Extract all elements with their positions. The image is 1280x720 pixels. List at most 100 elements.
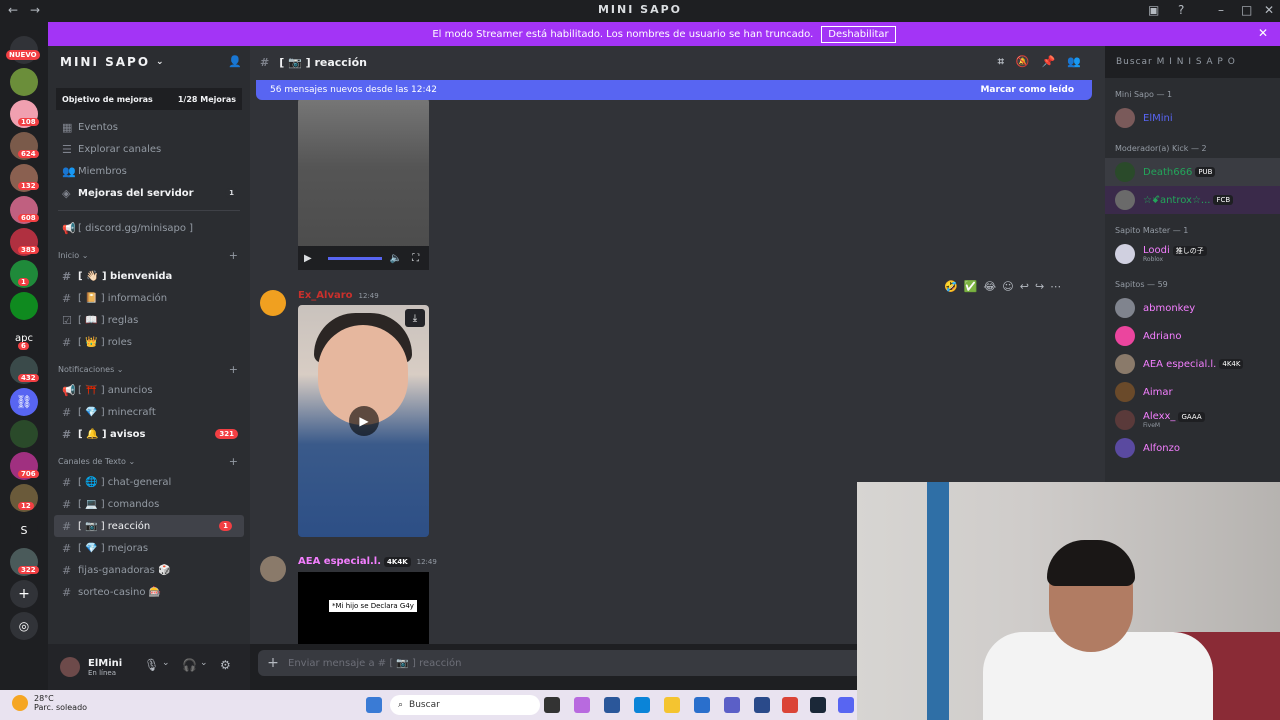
server-icon[interactable]: S bbox=[10, 516, 38, 544]
member-item[interactable]: abmonkey bbox=[1105, 294, 1280, 322]
sidebar-item-members[interactable]: 👥 Miembros bbox=[48, 160, 250, 182]
member-item[interactable]: Alfonzo bbox=[1105, 434, 1280, 462]
member-item[interactable]: ☆ꗄantrox☆... FCB bbox=[1105, 186, 1280, 214]
channel-invite[interactable]: 📢[ discord.gg/minisapo ] bbox=[48, 217, 250, 239]
link-icon[interactable]: ⛓ bbox=[10, 388, 38, 416]
message-author[interactable]: AEA especial.l. 4K4K 12:49 bbox=[298, 556, 437, 567]
task-view-icon[interactable] bbox=[544, 697, 560, 713]
discord-icon[interactable] bbox=[838, 697, 854, 713]
forward-icon[interactable]: ↪ bbox=[1035, 280, 1050, 293]
category-notificaciones[interactable]: Notificaciones ⌄ + bbox=[48, 359, 250, 379]
channel-reglas[interactable]: ☑[ 📖 ] reglas bbox=[48, 309, 250, 331]
channel-roles[interactable]: #[ 👑 ] roles bbox=[48, 331, 250, 353]
add-reaction-icon[interactable]: ☺ bbox=[1002, 280, 1019, 293]
server-icon[interactable] bbox=[10, 420, 38, 448]
weather-widget[interactable]: 28°C Parc. soleado bbox=[12, 694, 87, 712]
add-user-icon[interactable]: 👤 bbox=[228, 55, 244, 68]
member-item[interactable]: ElMini bbox=[1105, 104, 1280, 132]
sidebar-item-events[interactable]: ▦ Eventos bbox=[48, 116, 250, 138]
check-icon[interactable]: ✅ bbox=[964, 280, 984, 293]
close-icon[interactable]: ✕ bbox=[1258, 26, 1268, 40]
add-channel-icon[interactable]: + bbox=[229, 363, 238, 376]
close-window-icon[interactable]: ✕ bbox=[1264, 3, 1274, 17]
channel-chat-general[interactable]: #[ 🌐 ] chat-general bbox=[48, 471, 250, 493]
pin-icon[interactable]: 📌 bbox=[1042, 55, 1068, 68]
taskbar-search[interactable]: ⌕ Buscar bbox=[390, 695, 540, 715]
emoji-laugh-icon[interactable]: 😂 bbox=[983, 280, 1002, 293]
category-inicio[interactable]: Inicio ⌄ + bbox=[48, 245, 250, 265]
volume-icon[interactable]: 🔈 bbox=[390, 253, 402, 264]
boost-goal[interactable]: Objetivo de mejoras 1/28 Mejoras bbox=[56, 88, 242, 110]
chrome-icon[interactable] bbox=[782, 697, 798, 713]
members-icon[interactable]: 👥 bbox=[1067, 55, 1093, 68]
search-input[interactable]: Buscar M I N I S A P O bbox=[1111, 53, 1273, 71]
app-icon[interactable] bbox=[604, 697, 620, 713]
help-icon[interactable]: ? bbox=[1178, 3, 1184, 17]
avatar[interactable] bbox=[260, 290, 286, 316]
member-item[interactable]: Alexx_ GAAA FiveM bbox=[1105, 406, 1280, 434]
mark-as-read-button[interactable]: Marcar como leído bbox=[980, 85, 1074, 95]
category-canales-de-texto[interactable]: Canales de Texto ⌄ + bbox=[48, 451, 250, 471]
gear-icon[interactable]: ⚙ bbox=[220, 658, 231, 672]
add-attachment-icon[interactable]: + bbox=[258, 655, 288, 671]
windows-start-icon[interactable] bbox=[366, 697, 382, 713]
add-channel-icon[interactable]: + bbox=[229, 249, 238, 262]
threads-icon[interactable]: ⌗ bbox=[998, 55, 1016, 68]
microphone-icon[interactable]: 🎙 bbox=[144, 658, 159, 672]
chevron-down-icon[interactable]: ⌄ bbox=[200, 658, 208, 668]
channel-reaccion[interactable]: #[ 📷 ] reacción 1 bbox=[54, 515, 244, 537]
copilot-icon[interactable] bbox=[574, 697, 590, 713]
notifications-icon[interactable]: 🔕 bbox=[1016, 55, 1042, 68]
sidebar-item-server-boosts[interactable]: ◈ Mejoras del servidor 1 bbox=[48, 182, 250, 204]
play-icon[interactable]: ▶ bbox=[349, 406, 379, 436]
channel-title: [ 📷 ] reacción bbox=[279, 55, 367, 69]
reply-icon[interactable]: ↩ bbox=[1020, 280, 1035, 293]
fullscreen-icon[interactable]: ⛶ bbox=[412, 253, 419, 264]
channel-fijas-ganadoras[interactable]: # fijas-ganadoras 🎲 bbox=[48, 559, 250, 581]
chevron-down-icon[interactable]: ⌄ bbox=[162, 658, 170, 668]
outlook-icon[interactable] bbox=[694, 697, 710, 713]
video-attachment[interactable]: ▶ ⤓ bbox=[298, 305, 429, 537]
app-icon[interactable] bbox=[754, 697, 770, 713]
guild-header[interactable]: MINI SAPO ⌄ 👤 bbox=[48, 46, 250, 78]
server-icon[interactable] bbox=[10, 68, 38, 96]
member-item[interactable]: Adriano bbox=[1105, 322, 1280, 350]
play-icon[interactable]: ▶ bbox=[304, 253, 312, 264]
channel-sorteo-casino[interactable]: # sorteo-casino 🎰 bbox=[48, 581, 250, 603]
avatar[interactable] bbox=[60, 657, 80, 677]
file-explorer-icon[interactable] bbox=[664, 697, 680, 713]
headphones-icon[interactable]: 🎧 bbox=[182, 658, 197, 672]
maximize-icon[interactable]: □ bbox=[1241, 3, 1252, 17]
disable-streamer-button[interactable]: Deshabilitar bbox=[821, 25, 896, 43]
more-icon[interactable]: ⋯ bbox=[1050, 280, 1067, 293]
server-icon[interactable] bbox=[10, 292, 38, 320]
minimize-icon[interactable]: – bbox=[1218, 3, 1224, 17]
steam-icon[interactable] bbox=[810, 697, 826, 713]
video-attachment[interactable]: *Mi hijo se Declara G4y bbox=[298, 572, 429, 644]
edge-icon[interactable] bbox=[634, 697, 650, 713]
teams-icon[interactable] bbox=[724, 697, 740, 713]
channel-mejoras[interactable]: #[ 💎 ] mejoras bbox=[48, 537, 250, 559]
inbox-icon[interactable]: ▣ bbox=[1148, 3, 1159, 17]
avatar[interactable] bbox=[260, 556, 286, 582]
channel-avisos[interactable]: #[ 🔔 ] avisos 321 bbox=[48, 423, 250, 445]
channel-minecraft[interactable]: #[ 💎 ] minecraft bbox=[48, 401, 250, 423]
new-messages-bar[interactable]: 56 mensajes nuevos desde las 12:42 Marca… bbox=[256, 80, 1092, 100]
channel-informacion[interactable]: #[ 📔 ] información bbox=[48, 287, 250, 309]
add-channel-icon[interactable]: + bbox=[229, 455, 238, 468]
member-item[interactable]: AEA especial.l. 4K4K bbox=[1105, 350, 1280, 378]
member-item[interactable]: Death666 PUB bbox=[1105, 158, 1280, 186]
sidebar-item-browse-channels[interactable]: ☰ Explorar canales bbox=[48, 138, 250, 160]
video-attachment[interactable]: ▶ 🔈 ⛶ bbox=[298, 98, 429, 270]
emoji-rofl-icon[interactable]: 🤣 bbox=[944, 280, 964, 293]
channel-comandos[interactable]: #[ 💻 ] comandos bbox=[48, 493, 250, 515]
download-icon[interactable]: ⤓ bbox=[405, 309, 425, 327]
channel-anuncios[interactable]: 📢[ ⛩️ ] anuncios bbox=[48, 379, 250, 401]
message-author[interactable]: Ex_Alvaro 12:49 bbox=[298, 290, 379, 301]
add-server-icon[interactable]: + bbox=[10, 580, 38, 608]
explore-icon[interactable]: ◎ bbox=[10, 612, 38, 640]
member-item[interactable]: Aimar bbox=[1105, 378, 1280, 406]
progress-bar[interactable] bbox=[327, 256, 382, 260]
channel-bienvenida[interactable]: #[ 👋🏻 ] bienvenida bbox=[48, 265, 250, 287]
member-item[interactable]: Loodi 推しの子 Roblox bbox=[1105, 240, 1280, 268]
